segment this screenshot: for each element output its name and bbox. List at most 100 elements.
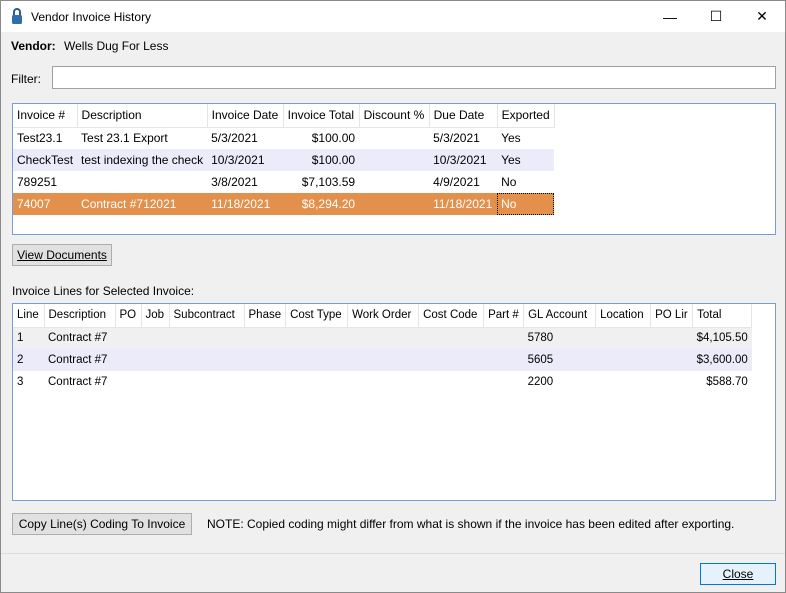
table-cell — [483, 349, 524, 371]
table-cell: 3/8/2021 — [211, 175, 258, 189]
table-cell: No — [497, 193, 555, 215]
table-cell: 5605 — [523, 349, 596, 371]
table-cell: 10/3/2021 — [429, 149, 498, 171]
filter-label: Filter: — [11, 72, 41, 86]
table-cell: 5/3/2021 — [211, 131, 258, 146]
table-cell: CheckTest — [13, 149, 78, 171]
table-cell: 5780 — [523, 327, 596, 349]
table-cell — [418, 327, 484, 349]
table-cell — [115, 371, 141, 393]
table-cell: test indexing the check — [77, 149, 208, 171]
column-header[interactable]: PO Lir — [650, 304, 694, 328]
table-cell: $588.70 — [706, 376, 748, 388]
window-title: Vendor Invoice History — [31, 10, 152, 24]
table-cell — [418, 349, 484, 371]
close-button[interactable]: Close — [700, 563, 776, 585]
table-cell — [650, 349, 693, 371]
table-cell — [244, 349, 286, 371]
column-header[interactable]: Location — [595, 304, 652, 328]
table-cell: Test 23.1 Export — [81, 131, 168, 146]
column-header[interactable]: Work Order — [347, 304, 420, 328]
column-header[interactable]: Line — [13, 304, 45, 328]
table-cell — [286, 371, 348, 393]
table-cell: 789251 — [17, 175, 58, 189]
table-cell — [347, 349, 419, 371]
view-documents-label: View Documents — [17, 248, 107, 262]
coding-note: NOTE: Copied coding might differ from wh… — [207, 517, 735, 531]
table-cell: 3 — [17, 376, 24, 388]
table-cell: $7,103.59 — [301, 175, 356, 189]
column-header[interactable]: GL Account — [523, 304, 597, 328]
table-cell: 2200 — [527, 376, 554, 388]
column-header[interactable]: Phase — [244, 304, 287, 328]
table-row[interactable]: 3 Contract #7 2200 $588.70 — [13, 371, 752, 393]
column-header[interactable]: Description — [44, 304, 116, 328]
table-row[interactable]: Test23.1 Test 23.1 Export 5/3/2021 $100.00 5… — [13, 127, 554, 149]
table-cell: 2 — [13, 349, 44, 371]
table-cell — [115, 327, 141, 349]
column-header[interactable]: PO — [115, 304, 142, 328]
table-cell: 4/9/2021 — [433, 175, 480, 189]
table-cell — [169, 327, 244, 349]
table-row[interactable]: 789251 3/8/2021 $7,103.59 4/9/2021 No — [13, 171, 554, 193]
table-cell — [141, 327, 169, 349]
table-cell — [141, 349, 169, 371]
vendor-invoice-history-window: Vendor Invoice History — ☐ ✕ Vendor: Wel… — [0, 0, 786, 593]
table-row[interactable]: 74007 Contract #712021 11/18/2021 $8,294.20… — [13, 193, 555, 215]
table-cell: $100.00 — [283, 149, 360, 171]
table-cell: Contract #7 — [48, 376, 108, 388]
table-cell: $3,600.00 — [692, 349, 752, 371]
table-cell: Contract #712021 — [77, 193, 208, 215]
table-cell: Contract #7 — [44, 327, 115, 349]
column-header[interactable]: Total — [692, 304, 753, 328]
column-header[interactable]: Invoice Date — [207, 104, 284, 128]
table-row[interactable]: 2 Contract #7 5605 $3,600.00 — [13, 349, 752, 371]
table-cell — [285, 327, 348, 349]
table-cell: No — [501, 175, 517, 189]
table-cell: $8,294.20 — [283, 193, 360, 215]
table-row[interactable]: CheckTest test indexing the check 10/3/202… — [13, 149, 555, 171]
table-cell — [347, 327, 419, 349]
table-cell — [285, 349, 348, 371]
footer: Close — [1, 553, 785, 593]
invoice-lines-label: Invoice Lines for Selected Invoice: — [12, 284, 195, 298]
column-header[interactable]: Exported — [497, 104, 555, 128]
table-cell — [77, 171, 207, 193]
table-cell — [483, 327, 524, 349]
table-cell — [348, 371, 419, 393]
table-cell — [359, 193, 430, 215]
table-cell: 11/18/2021 — [207, 193, 284, 215]
table-row[interactable]: 1 Contract #7 5780 $4,105.50 — [13, 327, 752, 349]
table-cell: $4,105.50 — [692, 327, 752, 349]
table-cell: 11/18/2021 — [429, 193, 498, 215]
column-header[interactable]: Part # — [483, 304, 525, 328]
column-header[interactable]: Due Date — [429, 104, 498, 128]
column-header[interactable]: Job — [141, 304, 170, 328]
table-cell — [596, 371, 651, 393]
column-header[interactable]: Cost Type — [285, 304, 349, 328]
column-header[interactable]: Discount % — [359, 104, 430, 128]
table-cell: 74007 — [13, 193, 78, 215]
lock-icon — [12, 8, 22, 24]
invoice-lines-grid[interactable]: Line Description PO Job Subcontract Phase Cost… — [12, 303, 776, 501]
table-cell — [419, 371, 484, 393]
column-header[interactable]: Invoice # — [13, 104, 78, 128]
column-header[interactable]: Description — [77, 104, 208, 128]
view-documents-button[interactable]: View Documents — [12, 244, 112, 266]
table-cell: $100.00 — [311, 131, 356, 146]
copy-line-coding-button[interactable]: Copy Line(s) Coding To Invoice — [12, 513, 192, 535]
maximize-button[interactable]: ☐ — [693, 1, 739, 32]
minimize-button[interactable]: — — [647, 1, 693, 32]
table-cell — [359, 171, 429, 193]
close-window-button[interactable]: ✕ — [739, 1, 785, 32]
table-cell: Test23.1 — [17, 131, 63, 146]
table-cell — [595, 349, 651, 371]
column-header[interactable]: Subcontract — [169, 304, 245, 328]
column-header[interactable]: Cost Code — [418, 304, 485, 328]
table-cell: 1 — [13, 327, 44, 349]
invoice-grid[interactable]: Invoice # Description Invoice Date Invoice … — [12, 103, 776, 235]
filter-input[interactable] — [52, 66, 776, 89]
table-cell — [595, 327, 651, 349]
table-cell: 10/3/2021 — [207, 149, 284, 171]
column-header[interactable]: Invoice Total — [283, 104, 360, 128]
